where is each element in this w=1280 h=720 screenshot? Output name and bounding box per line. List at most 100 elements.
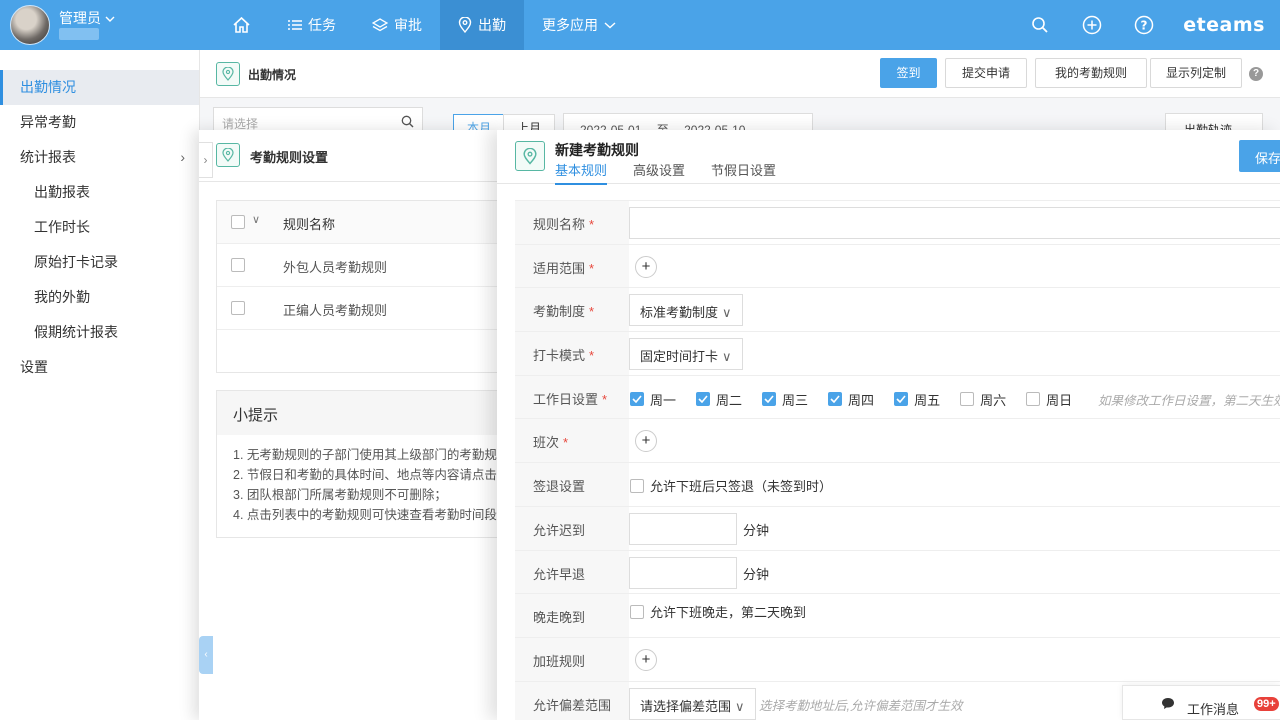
help-icon[interactable]: ? bbox=[1249, 67, 1263, 81]
nav-more-apps[interactable]: 更多应用 bbox=[524, 0, 634, 50]
sidebar-item-settings[interactable]: 设置 bbox=[0, 350, 199, 385]
layers-icon bbox=[372, 18, 388, 32]
nav-more-apps-label: 更多应用 bbox=[542, 17, 598, 33]
nav-home[interactable] bbox=[210, 0, 270, 50]
workday-sun[interactable]: 周日 bbox=[1026, 390, 1072, 409]
chevron-down-icon bbox=[604, 22, 616, 29]
user-menu[interactable]: 管理员 bbox=[59, 8, 115, 28]
workday-thu[interactable]: 周四 bbox=[828, 390, 874, 409]
tip-line: 3. 团队根部门所属考勤规则不可删除； bbox=[233, 488, 447, 502]
search-button[interactable] bbox=[1027, 12, 1053, 38]
sidebar-item-abnormal[interactable]: 异常考勤 bbox=[0, 105, 199, 140]
my-rules-button[interactable]: 我的考勤规则 bbox=[1035, 58, 1147, 88]
location-icon bbox=[515, 141, 545, 171]
sidebar-item-reports[interactable]: 统计报表 › bbox=[0, 140, 199, 175]
help-button[interactable]: ? bbox=[1131, 12, 1157, 38]
sidebar-item-label: 工作时长 bbox=[34, 219, 90, 235]
column-header-rule-name: 规则名称 bbox=[283, 217, 336, 232]
punch-mode-select[interactable]: 固定时间打卡 ∨ bbox=[629, 338, 743, 371]
deviation-select[interactable]: 请选择偏差范围 ∨ bbox=[629, 687, 756, 720]
plus-circle-icon bbox=[1082, 15, 1102, 35]
tips-box: 小提示 1. 无考勤规则的子部门使用其上级部门的考勤规则 2. 节假日和考勤的具… bbox=[216, 390, 506, 538]
rule-name-cell[interactable]: 正编人员考勤规则 bbox=[283, 300, 387, 319]
sidebar-item-label: 异常考勤 bbox=[20, 114, 76, 130]
sidebar-item-punch-records[interactable]: 原始打卡记录 bbox=[0, 245, 199, 280]
attendance-system-select[interactable]: 标准考勤制度 ∨ bbox=[629, 294, 743, 327]
save-button[interactable]: 保存 bbox=[1239, 140, 1280, 172]
sign-in-button[interactable]: 签到 bbox=[880, 58, 937, 88]
table-row[interactable]: 正编人员考勤规则 bbox=[217, 287, 505, 330]
signout-checkbox[interactable]: 允许下班后只签退（未签到时） bbox=[630, 476, 832, 495]
sidebar-item-work-hours[interactable]: 工作时长 bbox=[0, 210, 199, 245]
tips-title: 小提示 bbox=[217, 391, 505, 435]
chevron-right-icon[interactable]: › bbox=[199, 142, 213, 178]
rule-name-cell[interactable]: 外包人员考勤规则 bbox=[283, 257, 387, 276]
chevron-down-icon[interactable]: ∨ bbox=[252, 213, 260, 226]
row-checkbox[interactable] bbox=[231, 301, 245, 315]
form-label: 工作日设置 * bbox=[515, 375, 629, 419]
row-checkbox[interactable] bbox=[231, 258, 245, 272]
chevron-down-icon: ∨ bbox=[735, 698, 745, 714]
chevron-down-icon: ∨ bbox=[722, 349, 732, 365]
workday-mon[interactable]: 周一 bbox=[630, 390, 676, 409]
work-messages-bar[interactable]: 工作消息 99+ bbox=[1122, 685, 1280, 720]
location-icon bbox=[458, 17, 472, 33]
chat-bubble-icon bbox=[1162, 698, 1174, 709]
late-night-checkbox[interactable]: 允许下班晚走，第二天晚到 bbox=[630, 602, 806, 621]
add-scope-button[interactable]: + bbox=[635, 255, 657, 278]
sidebar-item-label: 原始打卡记录 bbox=[34, 254, 118, 270]
checkbox-unchecked bbox=[1026, 392, 1041, 407]
checkbox-checked bbox=[696, 392, 711, 407]
search-icon bbox=[1032, 17, 1048, 33]
workday-tue[interactable]: 周二 bbox=[696, 390, 742, 409]
tab-holiday-settings[interactable]: 节假日设置 bbox=[711, 160, 776, 185]
add-shift-button[interactable]: + bbox=[635, 430, 657, 453]
user-subtitle-blurred bbox=[59, 28, 99, 40]
sidebar-item-label: 出勤情况 bbox=[20, 79, 76, 95]
user-name: 管理员 bbox=[59, 10, 101, 26]
form-label: 打卡模式 * bbox=[515, 332, 629, 375]
checkbox-checked bbox=[894, 392, 909, 407]
nav-tasks[interactable]: 任务 bbox=[270, 0, 354, 50]
table-row[interactable]: 外包人员考勤规则 bbox=[217, 244, 505, 287]
nav-approval[interactable]: 审批 bbox=[354, 0, 440, 50]
rule-name-input[interactable] bbox=[629, 207, 1280, 239]
select-all-checkbox[interactable] bbox=[231, 215, 245, 229]
sidebar-item-attendance[interactable]: 出勤情况 bbox=[0, 70, 199, 105]
sidebar-item-label: 我的外勤 bbox=[34, 289, 90, 305]
workday-sat[interactable]: 周六 bbox=[960, 390, 1006, 409]
unit-label: 分钟 bbox=[743, 522, 770, 538]
table-empty-row bbox=[217, 330, 505, 372]
sidebar-item-leave-report[interactable]: 假期统计报表 bbox=[0, 315, 199, 350]
workday-wed[interactable]: 周三 bbox=[762, 390, 808, 409]
sidebar-item-label: 统计报表 bbox=[20, 149, 76, 165]
checkbox-checked bbox=[630, 392, 644, 407]
brand-logo[interactable]: eteams bbox=[1183, 14, 1265, 36]
page-title: 出勤情况 bbox=[248, 68, 297, 82]
rules-settings-panel: › 考勤规则设置 ∨ 规则名称 外包人员考勤规则 正编人员考勤规则 小提示 1.… bbox=[199, 130, 506, 720]
work-messages-label: 工作消息 bbox=[1187, 702, 1240, 717]
column-custom-button[interactable]: 显示列定制 bbox=[1150, 58, 1242, 88]
nav-attendance[interactable]: 出勤 bbox=[440, 0, 524, 50]
early-minutes-input[interactable] bbox=[629, 556, 737, 589]
checkbox-checked bbox=[762, 392, 777, 407]
sidebar-item-attendance-report[interactable]: 出勤报表 bbox=[0, 175, 199, 210]
submit-request-button[interactable]: 提交申请 bbox=[945, 58, 1027, 88]
user-avatar[interactable] bbox=[10, 5, 50, 45]
checkbox-unchecked bbox=[960, 392, 975, 407]
top-actions: ? eteams bbox=[1027, 0, 1280, 50]
form-row-late: 允许迟到 分钟 bbox=[515, 506, 1280, 551]
add-button[interactable] bbox=[1079, 12, 1105, 38]
panel-collapse-handle[interactable]: ‹ bbox=[199, 636, 213, 674]
new-rule-title: 新建考勤规则 bbox=[555, 142, 639, 158]
add-overtime-rule-button[interactable]: + bbox=[635, 648, 657, 671]
sidebar-item-my-field-work[interactable]: 我的外勤 bbox=[0, 280, 199, 315]
tab-advanced-settings[interactable]: 高级设置 bbox=[633, 160, 685, 185]
form-label: 加班规则 bbox=[515, 637, 629, 681]
workday-fri[interactable]: 周五 bbox=[894, 390, 940, 409]
form-label: 晚走晚到 bbox=[515, 594, 629, 637]
sidebar: 出勤情况 异常考勤 统计报表 › 出勤报表 工作时长 原始打卡记录 我的外勤 假期… bbox=[0, 50, 200, 720]
late-minutes-input[interactable] bbox=[629, 512, 737, 545]
tab-basic-rules[interactable]: 基本规则 bbox=[555, 160, 608, 185]
unit-label: 分钟 bbox=[743, 566, 770, 582]
